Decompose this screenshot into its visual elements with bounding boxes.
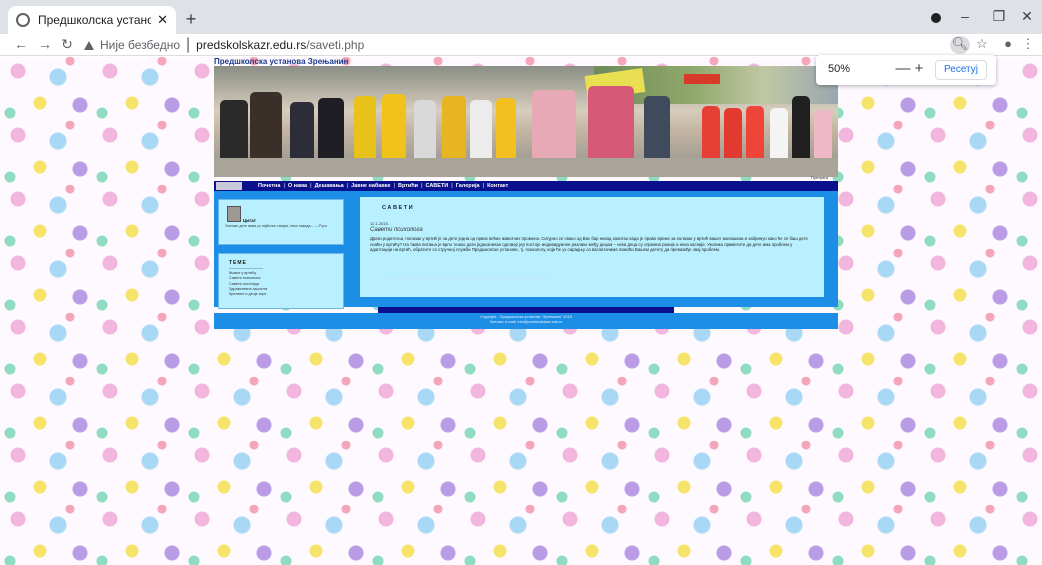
tab-close-icon[interactable]: ✕ [157, 12, 168, 28]
security-label: Није безбедно [100, 38, 181, 52]
url-path: /saveti.php [306, 38, 365, 52]
nav-link-procurement[interactable]: Јавне набавке [351, 183, 390, 189]
reload-button[interactable]: ↻ [58, 36, 76, 53]
quote-box: Цитат Уколико дете живи уз најбоље ствар… [218, 199, 344, 245]
footer-contact[interactable]: Контакт, е-mail: info@predskolskazr.edu.… [214, 320, 838, 325]
site-nav-bar: Почетна | О нама | Дешавања | Јавне наба… [214, 181, 838, 191]
tab-strip: Предшколска установа Зрењан ✕ + – ❐ ✕ [0, 0, 1042, 34]
article-divider [388, 277, 548, 278]
theme-link[interactable]: Кретање и дечје игре [229, 292, 267, 297]
nav-link-advice[interactable]: САВЕТИ [426, 183, 449, 189]
quote-text: Уколико дете живи уз најбоље ствари, ник… [225, 224, 328, 228]
banner-street [214, 158, 838, 177]
nav-separator: | [482, 183, 485, 189]
nav-separator: | [283, 183, 285, 189]
zoom-popup: 50% — + Ресетуј [816, 55, 996, 85]
zoom-in-button[interactable]: + [910, 60, 928, 77]
site-favicon-icon [16, 13, 30, 27]
banner-child [414, 100, 436, 162]
article-box: САВЕТИ 12.1.2015. Савети психолога Драги… [360, 197, 824, 297]
nav-link-home[interactable]: Почетна [258, 183, 280, 189]
nav-link-contact[interactable]: Контакт [487, 183, 508, 189]
zoom-icon[interactable]: 🔍︎ [950, 36, 970, 54]
browser-toolbar: ← → ↻ Није безбедно | predskolskazr.edu.… [0, 34, 1042, 56]
themes-heading: ТЕМЕ [229, 260, 247, 266]
banner-child [644, 96, 670, 166]
article-heading: САВЕТИ [382, 205, 415, 211]
profile-indicator-icon[interactable] [931, 13, 941, 23]
star-icon[interactable]: ☆ [972, 36, 992, 54]
window-close-button[interactable]: ✕ [1012, 8, 1042, 25]
author-portrait [227, 206, 241, 222]
header-banner-photo [214, 66, 838, 177]
banner-child [382, 94, 406, 164]
banner-red-sign [684, 74, 720, 84]
nav-links: Почетна | О нама | Дешавања | Јавне наба… [258, 181, 508, 191]
nav-link-gallery[interactable]: Галерија [456, 183, 480, 189]
article-date: 12.1.2015. [370, 221, 389, 226]
not-secure-warning-icon[interactable] [84, 40, 94, 50]
banner-child [470, 100, 492, 160]
new-tab-button[interactable]: + [181, 9, 201, 30]
quote-heading: Цитат [243, 218, 256, 223]
banner-child [496, 98, 516, 160]
nav-separator: | [346, 183, 349, 189]
article-subheading: Савети психолога [370, 227, 423, 233]
menu-icon[interactable]: ⋮ [1018, 36, 1038, 54]
nav-link-about[interactable]: О нама [288, 183, 307, 189]
site-title[interactable]: Предшколска установа Зрењанин [214, 57, 838, 66]
language-flag-icon[interactable] [216, 182, 242, 190]
nav-link-events[interactable]: Дешавања [315, 183, 344, 189]
nav-separator: | [451, 183, 453, 189]
search-label[interactable]: Претрага [811, 175, 828, 180]
banner-child [354, 96, 376, 162]
url-separator: | [186, 36, 191, 53]
website: Предшколска установа Зрењанин Претрага П… [214, 57, 838, 329]
tab-title: Предшколска установа Зрењан [38, 13, 152, 27]
themes-list: Живот у вртићу Савети психолога Савети л… [229, 271, 267, 297]
site-footer: Copyright - Предшколска установа "Зрењан… [214, 313, 838, 329]
zoom-level: 50% [828, 63, 851, 75]
nav-separator: | [310, 183, 312, 189]
nav-separator: | [393, 183, 395, 189]
article-text: Драги родитељи, полазак у вртић је за де… [370, 236, 808, 253]
nav-separator: | [421, 183, 423, 189]
zoom-reset-button[interactable]: Ресетуј [935, 60, 987, 80]
maximize-button[interactable]: ❐ [984, 8, 1014, 25]
account-icon[interactable]: ● [998, 36, 1018, 54]
page-viewport: Предшколска установа Зрењанин Претрага П… [0, 57, 1042, 565]
address-bar[interactable]: Није безбедно | predskolskazr.edu.rs /sa… [84, 35, 944, 55]
browser-tab[interactable]: Предшколска установа Зрењан ✕ [8, 6, 176, 34]
forward-button[interactable]: → [36, 36, 54, 52]
themes-box: ТЕМЕ Живот у вртићу Савети психолога Сав… [218, 253, 344, 309]
banner-child [442, 96, 466, 162]
content-area: Цитат Уколико дете живи уз најбоље ствар… [214, 191, 838, 309]
banner-child [792, 96, 810, 166]
minimize-button[interactable]: – [950, 8, 980, 24]
nav-link-kindergartens[interactable]: Вртићи [398, 183, 418, 189]
back-button[interactable]: ← [12, 36, 30, 52]
themes-divider [229, 268, 263, 269]
url-domain: predskolskazr.edu.rs [196, 38, 307, 52]
